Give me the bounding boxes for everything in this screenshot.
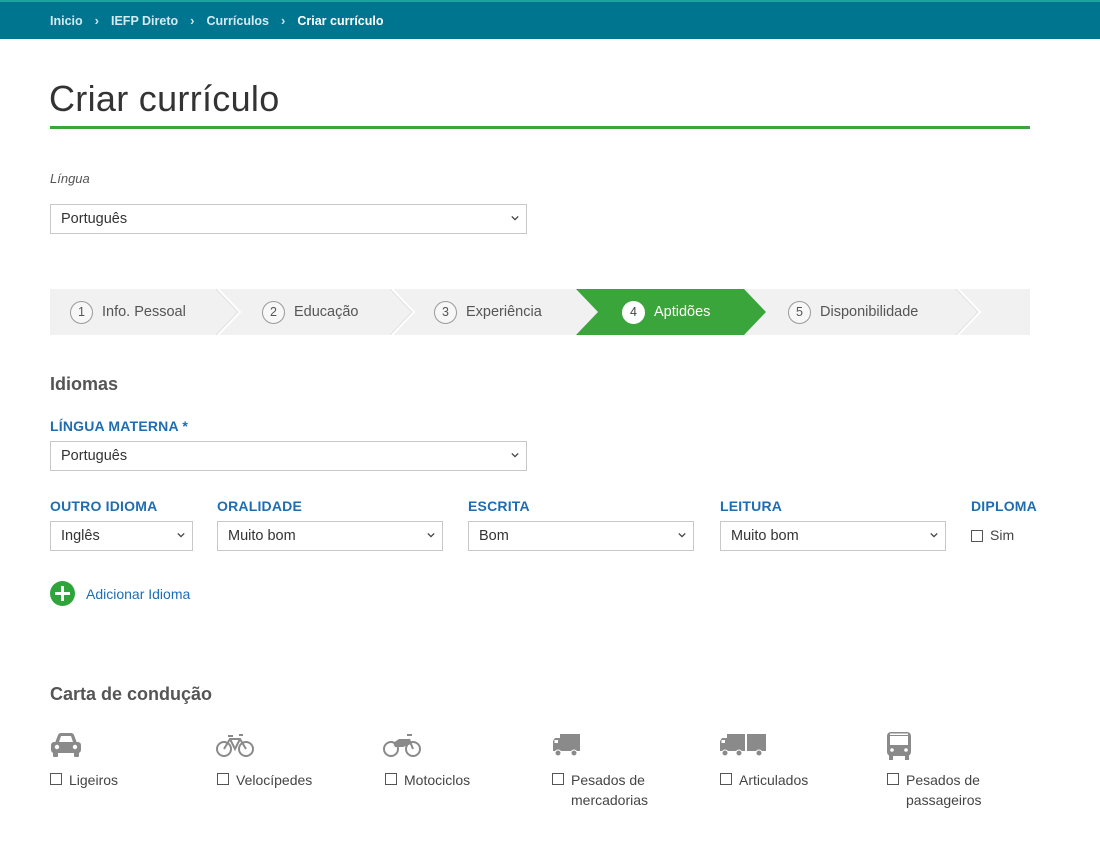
license-velocipedes: Velocípedes [217, 770, 346, 790]
breadcrumb-bar: Inicio › IEFP Direto › Currículos › Cria… [0, 0, 1100, 39]
other-language-label: OUTRO IDIOMA [50, 498, 158, 514]
language-label: Língua [50, 171, 90, 186]
step-label: Disponibilidade [820, 304, 919, 320]
license-velocipedes-label: Velocípedes [236, 772, 313, 788]
breadcrumb-current: Criar currículo [297, 13, 384, 28]
add-language-label: Adicionar Idioma [86, 585, 191, 602]
license-motociclos-checkbox[interactable] [385, 773, 397, 785]
title-divider [50, 126, 1030, 129]
chevron-down-icon [177, 532, 185, 538]
driving-license-title: Carta de condução [50, 684, 213, 704]
mother-tongue-label: LÍNGUA MATERNA * [50, 418, 189, 434]
diploma-checkbox-row: Sim [971, 527, 1014, 543]
language-select[interactable]: Português [50, 204, 527, 234]
license-pesados-passageiros: Pesados de passageiros [887, 770, 1001, 810]
license-ligeiros-label: Ligeiros [69, 772, 119, 788]
chevron-right-icon: › [94, 13, 99, 28]
license-pesados-passageiros-checkbox[interactable] [887, 773, 899, 785]
oral-value: Muito bom [228, 528, 296, 544]
mother-tongue-select[interactable]: Português [50, 441, 527, 471]
other-language-value: Inglês [61, 528, 100, 544]
step-number: 2 [262, 300, 285, 324]
license-ligeiros: Ligeiros [50, 770, 179, 790]
license-motociclos-label: Motociclos [404, 772, 471, 788]
license-pesados-mercadorias-label: Pesados de mercadorias [571, 772, 649, 808]
chevron-down-icon [511, 452, 519, 458]
license-motociclos: Motociclos [385, 770, 514, 790]
license-velocipedes-checkbox[interactable] [217, 773, 229, 785]
step-experiencia[interactable]: 3 Experiência [434, 289, 542, 335]
step-label: Experiência [466, 304, 542, 320]
reading-select[interactable]: Muito bom [720, 521, 946, 551]
written-label: ESCRITA [468, 498, 530, 514]
mother-tongue-value: Português [61, 448, 128, 464]
motorcycle-icon [383, 734, 421, 757]
plus-circle-icon [50, 581, 75, 606]
chevron-right-icon: › [190, 13, 195, 28]
license-articulados: Articulados [720, 770, 849, 790]
diploma-checkbox-label: Sim [990, 527, 1015, 543]
oral-select[interactable]: Muito bom [217, 521, 443, 551]
step-number: 3 [434, 300, 457, 324]
license-articulados-checkbox[interactable] [720, 773, 732, 785]
step-number: 1 [70, 300, 93, 324]
language-select-value: Português [61, 211, 128, 227]
bicycle-icon [216, 734, 254, 757]
oral-label: ORALIDADE [217, 498, 303, 514]
step-separator [390, 289, 416, 335]
breadcrumb-home[interactable]: Inicio [50, 14, 83, 28]
step-aptidoes[interactable]: 4 Aptidões [622, 289, 710, 335]
bus-icon [887, 732, 911, 760]
breadcrumb: Inicio › IEFP Direto › Currículos › Cria… [50, 13, 384, 28]
diploma-checkbox[interactable] [971, 530, 983, 542]
step-disponibilidade[interactable]: 5 Disponibilidade [788, 289, 918, 335]
diploma-label: DIPLOMA [971, 498, 1037, 514]
written-value: Bom [479, 528, 509, 544]
step-label: Aptidões [654, 304, 711, 320]
step-separator [216, 289, 242, 335]
step-info-pessoal[interactable]: 1 Info. Pessoal [70, 289, 186, 335]
step-label: Info. Pessoal [102, 304, 186, 320]
chevron-down-icon [511, 215, 519, 221]
chevron-down-icon [930, 532, 938, 538]
reading-value: Muito bom [731, 528, 799, 544]
license-pesados-passageiros-label: Pesados de passageiros [906, 772, 982, 808]
license-ligeiros-checkbox[interactable] [50, 773, 62, 785]
wizard-steps: 1 Info. Pessoal 2 Educação 3 Experiência… [50, 289, 1030, 335]
articulated-truck-icon [720, 734, 766, 757]
other-language-select[interactable]: Inglês [50, 521, 193, 551]
breadcrumb-iefp-direto[interactable]: IEFP Direto [111, 14, 178, 28]
step-educacao[interactable]: 2 Educação [262, 289, 359, 335]
step-separator [956, 289, 982, 335]
chevron-down-icon [678, 532, 686, 538]
add-language-button[interactable]: Adicionar Idioma [50, 581, 190, 606]
breadcrumb-curriculos[interactable]: Currículos [207, 14, 270, 28]
car-icon [51, 733, 81, 757]
idiomas-title: Idiomas [50, 374, 119, 394]
truck-icon [553, 734, 580, 757]
chevron-down-icon [427, 532, 435, 538]
license-pesados-mercadorias-checkbox[interactable] [552, 773, 564, 785]
step-label: Educação [294, 304, 359, 320]
reading-label: LEITURA [720, 498, 783, 514]
written-select[interactable]: Bom [468, 521, 694, 551]
license-articulados-label: Articulados [739, 772, 809, 788]
license-pesados-mercadorias: Pesados de mercadorias [552, 770, 666, 810]
page-title: Criar currículo [49, 78, 280, 119]
step-number: 5 [788, 300, 811, 324]
step-number: 4 [622, 300, 645, 324]
chevron-right-icon: › [281, 13, 286, 28]
